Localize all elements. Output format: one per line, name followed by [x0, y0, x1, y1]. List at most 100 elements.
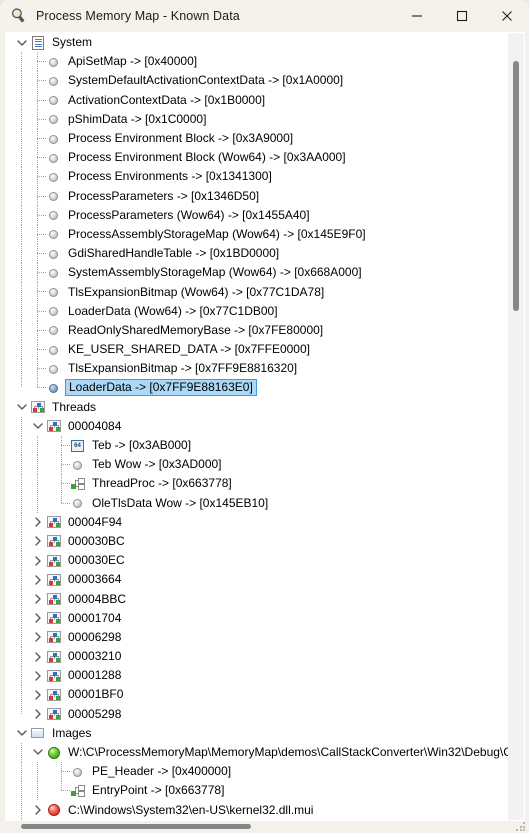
expander-images[interactable]: [14, 724, 30, 743]
maximize-button[interactable]: [439, 0, 484, 32]
document-list-icon: [30, 35, 46, 51]
tree-row[interactable]: LoaderData -> [0x7FF9E88163E0]: [6, 378, 508, 397]
tree-row[interactable]: Process Environments -> [0x1341300]: [6, 167, 508, 187]
tree-row-label: W:\C\ProcessMemoryMap\MemoryMap\demos\Ca…: [68, 745, 508, 760]
tree-connector: [21, 551, 22, 571]
tree-row[interactable]: 00004BBC: [6, 589, 508, 609]
tree-row[interactable]: pShimData -> [0x1C0000]: [6, 109, 508, 130]
horizontal-scrollbar-thumb[interactable]: [21, 824, 251, 829]
close-button[interactable]: [484, 0, 529, 32]
tree-connector: [30, 52, 46, 72]
tree-row-label: SystemAssemblyStorageMap (Wow64) -> [0x6…: [68, 265, 362, 280]
tree-row[interactable]: C:\Windows\System32\en-US\kernel32.dll.m…: [6, 800, 508, 820]
tree-row[interactable]: 64 Teb -> [0x3AB000]: [6, 435, 508, 456]
tree-row-label: ActivationContextData -> [0x1B0000]: [68, 92, 266, 107]
gray-ball-icon: [46, 246, 62, 262]
tree-row-label: Threads: [52, 399, 97, 414]
tree-row[interactable]: 00006298: [6, 627, 508, 647]
tree-row[interactable]: ProcessAssemblyStorageMap (Wow64) -> [0x…: [6, 224, 508, 245]
tree-row[interactable]: W:\C\ProcessMemoryMap\MemoryMap\demos\Ca…: [6, 742, 508, 763]
tree-row[interactable]: Threads: [6, 398, 508, 417]
minimize-button[interactable]: [394, 0, 439, 32]
expander-thread-000030EC[interactable]: [30, 551, 46, 570]
tree-row-label: ReadOnlySharedMemoryBase -> [0x7FE80000]: [68, 322, 324, 337]
teb64-icon: 64: [70, 438, 86, 454]
tree-row[interactable]: 00001704: [6, 608, 508, 628]
tree-row[interactable]: 00001288: [6, 666, 508, 686]
tree-row[interactable]: Process Environment Block (Wow64) -> [0x…: [6, 148, 508, 168]
expander-thread-00004BBC[interactable]: [30, 589, 46, 608]
network-nodes-icon: [46, 687, 62, 703]
tree-row-label: 000030BC: [68, 533, 125, 548]
horizontal-scrollbar[interactable]: [5, 821, 525, 833]
resize-grip[interactable]: [516, 822, 526, 832]
tree-row[interactable]: ApiSetMap -> [0x40000]: [6, 52, 508, 72]
tree-row[interactable]: 00004084: [6, 416, 508, 436]
gray-ball-icon: [46, 226, 62, 242]
expander-thread-00003664[interactable]: [30, 570, 46, 589]
expander-thread-00006298[interactable]: [30, 628, 46, 647]
tree-row[interactable]: 00001BF0: [6, 685, 508, 705]
tree-row[interactable]: 00003210: [6, 647, 508, 667]
tree-connector: [21, 167, 22, 187]
tree-row[interactable]: ProcessParameters -> [0x1346D50]: [6, 186, 508, 206]
tree-row-label: ProcessParameters (Wow64) -> [0x1455A40]: [68, 207, 310, 222]
memory-map-tree-panel: System ApiSetMap -> [0x40000] SystemDefaul…: [5, 32, 525, 821]
vertical-scrollbar-thumb[interactable]: [513, 61, 519, 311]
tree-row[interactable]: 00003664: [6, 570, 508, 590]
tree-row[interactable]: LoaderData (Wow64) -> [0x77C1DB00]: [6, 301, 508, 322]
expander-image-kernel32[interactable]: [30, 801, 46, 820]
tree-connector: [30, 359, 46, 379]
expander-thread-00004084[interactable]: [30, 417, 46, 436]
tree-row[interactable]: KE_USER_SHARED_DATA -> [0x7FFE0000]: [6, 340, 508, 360]
tree-row[interactable]: Images: [6, 724, 508, 743]
tree-connector: [30, 781, 46, 801]
tree-row[interactable]: OleTlsData Wow -> [0x145EB10]: [6, 493, 508, 513]
tree-row[interactable]: 00005298: [6, 704, 508, 724]
tree-row[interactable]: 000030BC: [6, 531, 508, 552]
tree-connector: [21, 455, 22, 475]
expander-thread-000030BC[interactable]: [30, 532, 46, 551]
gray-ball-icon: [70, 764, 86, 780]
tree-row[interactable]: ProcessParameters (Wow64) -> [0x1455A40]: [6, 205, 508, 226]
tree-row[interactable]: TlsExpansionBitmap (Wow64) -> [0x77C1DA7…: [6, 282, 508, 302]
tree-row[interactable]: ReadOnlySharedMemoryBase -> [0x7FE80000]: [6, 320, 508, 341]
vertical-scrollbar[interactable]: [508, 33, 524, 820]
tree-row[interactable]: 00004F94: [6, 512, 508, 532]
tree-row[interactable]: System: [6, 33, 508, 52]
tree-row[interactable]: EntryPoint -> [0x663778]: [6, 781, 508, 801]
tree-row[interactable]: Teb Wow -> [0x3AD000]: [6, 455, 508, 475]
tree-row[interactable]: SystemAssemblyStorageMap (Wow64) -> [0x6…: [6, 263, 508, 283]
tree-connector: [21, 109, 22, 129]
tree-row[interactable]: PE_Header -> [0x400000]: [6, 762, 508, 782]
expander-image-main[interactable]: [30, 743, 46, 762]
expander-thread-00004F94[interactable]: [30, 513, 46, 532]
expander-system[interactable]: [14, 33, 30, 52]
tree-row[interactable]: Process Environment Block -> [0x3A9000]: [6, 128, 508, 149]
tree-row[interactable]: TlsExpansionBitmap -> [0x7FF9E8816320]: [6, 359, 508, 379]
tree-row-label: 00003664: [68, 572, 122, 587]
expander-thread-00001288[interactable]: [30, 666, 46, 685]
expander-thread-00005298[interactable]: [30, 705, 46, 724]
tree-connector: [21, 762, 22, 782]
gray-ball-icon: [46, 303, 62, 319]
expander-thread-00001704[interactable]: [30, 609, 46, 628]
gray-ball-icon: [46, 150, 62, 166]
tree-connector: [30, 493, 46, 513]
tree-connector: [30, 320, 46, 341]
tree-connector: [30, 282, 46, 302]
network-nodes-icon: [46, 629, 62, 645]
expander-thread-00003210[interactable]: [30, 647, 46, 666]
gray-ball-icon: [46, 265, 62, 281]
tree-row[interactable]: GdiSharedHandleTable -> [0x1BD0000]: [6, 244, 508, 264]
tree-row-label: pShimData -> [0x1C0000]: [68, 111, 207, 126]
tree-connector: [21, 704, 22, 715]
tree-row[interactable]: 000030EC: [6, 551, 508, 571]
memory-map-tree[interactable]: System ApiSetMap -> [0x40000] SystemDefaul…: [6, 33, 508, 820]
tree-row[interactable]: SystemDefaultActivationContextData -> [0…: [6, 71, 508, 91]
tree-row[interactable]: ThreadProc -> [0x663778]: [6, 474, 508, 494]
tree-row[interactable]: ActivationContextData -> [0x1B0000]: [6, 90, 508, 110]
expander-thread-00001BF0[interactable]: [30, 685, 46, 704]
expander-threads[interactable]: [14, 398, 30, 417]
gray-ball-icon: [46, 92, 62, 108]
